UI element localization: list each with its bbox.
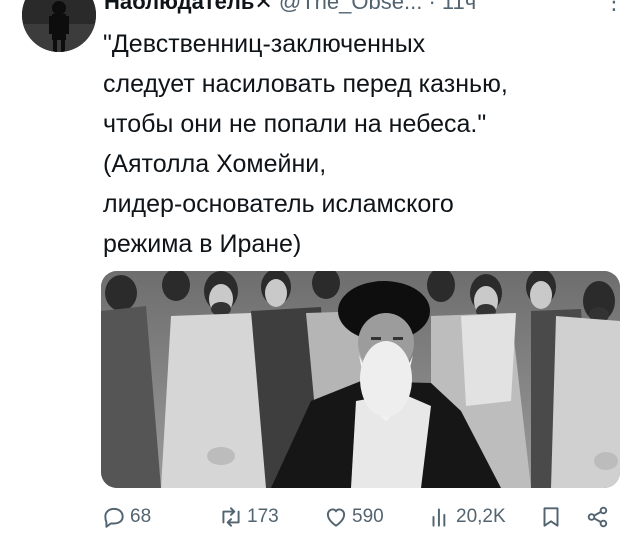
retweet-icon <box>222 507 240 527</box>
author-handle[interactable]: @The_Obse... <box>279 0 422 14</box>
share-button[interactable] <box>585 500 614 534</box>
share-icon <box>587 506 608 528</box>
action-bar: 68 173 590 20,2K <box>101 500 620 534</box>
views-count: 20,2K <box>456 506 506 527</box>
views-button[interactable]: 20,2K <box>427 500 506 534</box>
reply-count: 68 <box>130 506 152 527</box>
reply-icon <box>104 507 124 528</box>
bookmark-icon <box>543 507 559 527</box>
author-name[interactable]: Наблюдатель✕ <box>104 0 273 14</box>
like-count: 590 <box>352 506 384 527</box>
retweet-count: 173 <box>247 506 279 527</box>
avatar[interactable] <box>22 0 96 52</box>
tweet-photo[interactable] <box>101 271 620 488</box>
like-button[interactable]: 590 <box>323 500 384 534</box>
tweet-text: "Девственниц-заключенных следует насилов… <box>103 30 508 258</box>
tweet-time[interactable]: 11ч <box>442 0 476 14</box>
views-icon <box>432 508 446 527</box>
retweet-button[interactable]: 173 <box>218 500 279 534</box>
more-icon[interactable]: ⋮ <box>603 0 626 16</box>
like-icon <box>326 508 346 527</box>
tweet-header: Наблюдатель✕ @The_Obse... · 11ч ⋮ <box>104 0 626 16</box>
avatar-image <box>22 0 96 52</box>
reply-button[interactable]: 68 <box>101 500 151 534</box>
bookmark-button[interactable] <box>538 500 567 534</box>
photo-illustration <box>101 271 620 488</box>
separator-dot: · <box>428 0 436 14</box>
